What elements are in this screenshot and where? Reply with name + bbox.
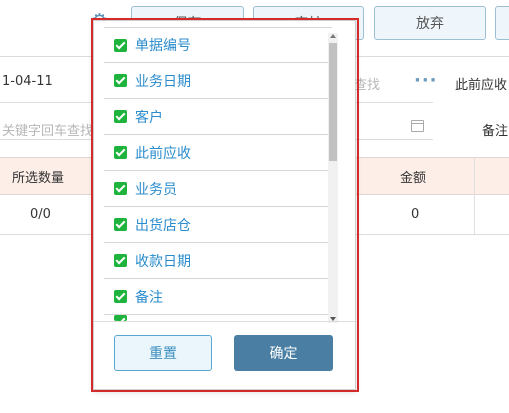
col-selected-qty: 所选数量 (12, 171, 65, 186)
scroll-up-icon[interactable] (330, 34, 336, 38)
column-item-label: 业务员 (135, 181, 177, 198)
column-item-label: 客户 (135, 109, 163, 126)
column-item-label: 备注 (135, 289, 163, 306)
amount-value: 0 (411, 207, 420, 222)
column-item-payment-date[interactable]: 收款日期 (104, 243, 332, 279)
divider (94, 321, 355, 322)
col-amount: 金额 (400, 171, 427, 186)
column-item-biz-date[interactable]: 业务日期 (104, 63, 332, 99)
keyword-search-hint[interactable]: 关键字回车查找 (2, 120, 93, 139)
column-item-salesperson[interactable]: 业务员 (104, 171, 332, 207)
column-item-doc-no[interactable]: 单据编号 (104, 27, 332, 63)
confirm-button-label: 确定 (269, 346, 298, 362)
more-button[interactable] (495, 6, 509, 40)
checkbox-checked-icon[interactable] (114, 182, 127, 195)
checkbox-checked-icon[interactable] (114, 218, 127, 231)
column-item-shipping-store[interactable]: 出货店仓 (104, 207, 332, 243)
checkbox-checked-icon[interactable] (114, 38, 127, 52)
checkbox-checked-icon[interactable] (114, 110, 127, 123)
checkbox-checked-icon[interactable] (114, 74, 127, 87)
checkbox-checked-icon[interactable] (114, 146, 127, 159)
more-dots-icon[interactable]: ··· (414, 70, 438, 91)
column-item-label: 出货店仓 (135, 217, 191, 234)
date-field[interactable]: 1-04-11 (2, 74, 53, 89)
divider (474, 157, 475, 234)
scrollbar[interactable] (328, 33, 338, 323)
checkbox-checked-icon[interactable] (114, 290, 127, 303)
remark-label: 备注 (482, 124, 509, 139)
column-item-label: 收款日期 (135, 253, 191, 270)
column-item-remark[interactable]: 备注 (104, 279, 332, 315)
confirm-button[interactable]: 确定 (234, 335, 333, 371)
column-list: 单据编号 业务日期 客户 此前应收 业务员 出货店仓 收款日期 备注 (104, 27, 332, 329)
column-item-label: 业务日期 (135, 73, 191, 90)
discard-button-label: 放弃 (416, 16, 444, 32)
discard-button[interactable]: 放弃 (374, 6, 486, 40)
scrollbar-thumb[interactable] (329, 43, 337, 161)
reset-button[interactable]: 重置 (114, 335, 212, 371)
reset-button-label: 重置 (149, 346, 177, 362)
column-item-prior-receivable[interactable]: 此前应收 (104, 135, 332, 171)
selected-qty-value: 0/0 (30, 207, 51, 222)
calendar-icon[interactable] (411, 120, 424, 132)
column-item-label: 此前应收 (135, 145, 191, 162)
column-picker-panel: 单据编号 业务日期 客户 此前应收 业务员 出货店仓 收款日期 备注 重置 确定 (93, 20, 356, 390)
column-item-customer[interactable]: 客户 (104, 99, 332, 135)
checkbox-checked-icon[interactable] (114, 254, 127, 267)
prior-receivable-label: 此前应收 (455, 78, 508, 93)
column-item-label: 单据编号 (135, 38, 191, 54)
